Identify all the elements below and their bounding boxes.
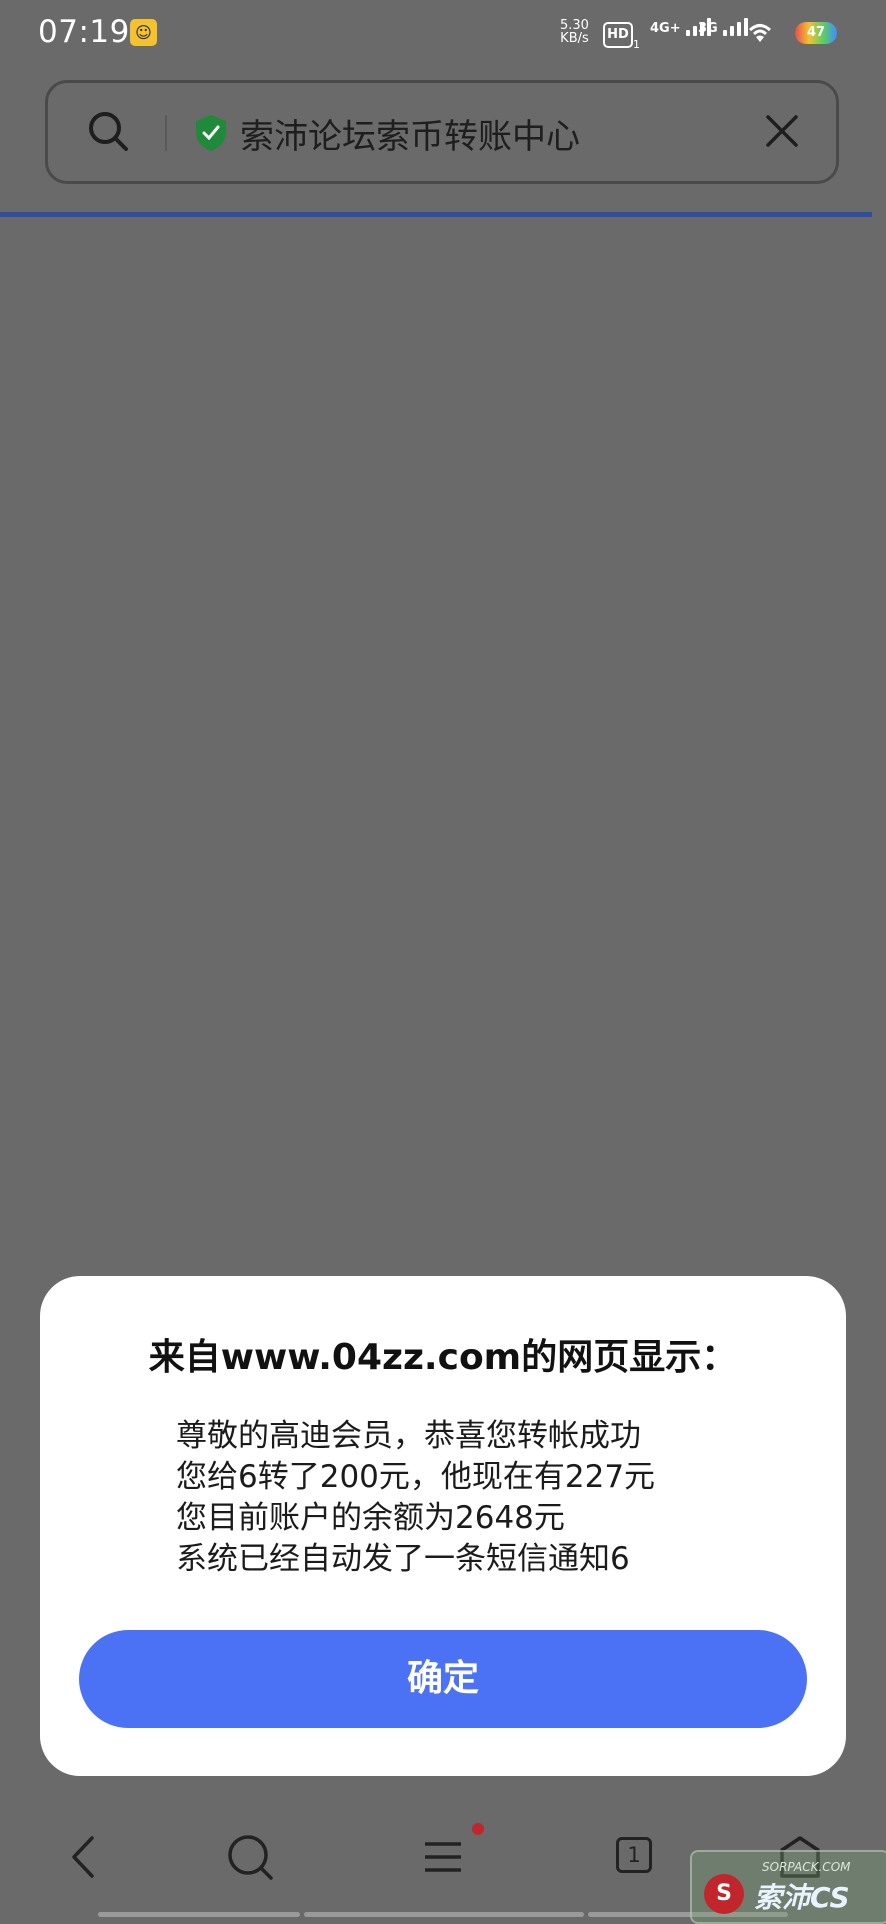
watermark-name: 索沛CS (754, 1881, 850, 1914)
hd-sub: 1 (633, 38, 640, 51)
address-divider (165, 115, 167, 151)
watermark-logo: SORPACK.COM S 索沛CS (690, 1850, 886, 1924)
gesture-bar (304, 1912, 584, 1917)
watermark-logo-mark: S (704, 1874, 744, 1914)
network-speed-unit: KB/s (560, 31, 589, 46)
menu-icon[interactable] (423, 1832, 463, 1886)
dialog-line: 尊敬的高迪会员，恭喜您转帐成功 (176, 1418, 641, 1454)
signal-3g-icon: 3G (698, 18, 748, 36)
dialog-line: 系统已经自动发了一条短信通知6 (176, 1541, 630, 1577)
status-time: 07:19 (38, 14, 130, 50)
search-icon[interactable] (225, 1832, 275, 1886)
battery-icon: 47 (795, 22, 837, 44)
back-icon[interactable] (66, 1832, 102, 1886)
signal-4g-label: 4G+ (650, 21, 681, 36)
dialog-message: 尊敬的高迪会员，恭喜您转帐成功 您给6转了200元，他现在有227元 您目前账户… (176, 1416, 655, 1580)
signal-3g-label: 3G (698, 21, 718, 36)
search-icon[interactable] (86, 109, 130, 157)
notification-dot (472, 1823, 484, 1835)
close-icon[interactable] (760, 109, 804, 157)
page-load-progress (0, 212, 872, 217)
hd-icon: HD (603, 22, 633, 48)
gesture-bar (98, 1912, 300, 1917)
address-bar[interactable]: 索沛论坛索币转账中心 (45, 80, 839, 184)
dialog-title: 来自www.04zz.com的网页显示： (148, 1337, 738, 1378)
shield-check-icon (193, 113, 229, 157)
page-title[interactable]: 索沛论坛索币转账中心 (240, 109, 580, 158)
tabs-button[interactable]: 1 (616, 1837, 652, 1873)
dialog-line: 您给6转了200元，他现在有227元 (176, 1459, 656, 1495)
dialog-line: 您目前账户的余额为2648元 (176, 1500, 565, 1536)
confirm-button[interactable]: 确定 (79, 1630, 807, 1728)
app-notification-icon: ☺ (130, 19, 157, 46)
wifi-icon (745, 20, 775, 51)
status-bar: 07:19 ☺ 5.30 KB/s HD 1 4G+ 3G 47 (0, 0, 886, 70)
watermark-site: SORPACK.COM (762, 1860, 851, 1874)
alert-dialog: 来自www.04zz.com的网页显示： 尊敬的高迪会员，恭喜您转帐成功 您给6… (40, 1276, 846, 1776)
network-speed: 5.30 KB/s (560, 19, 589, 45)
